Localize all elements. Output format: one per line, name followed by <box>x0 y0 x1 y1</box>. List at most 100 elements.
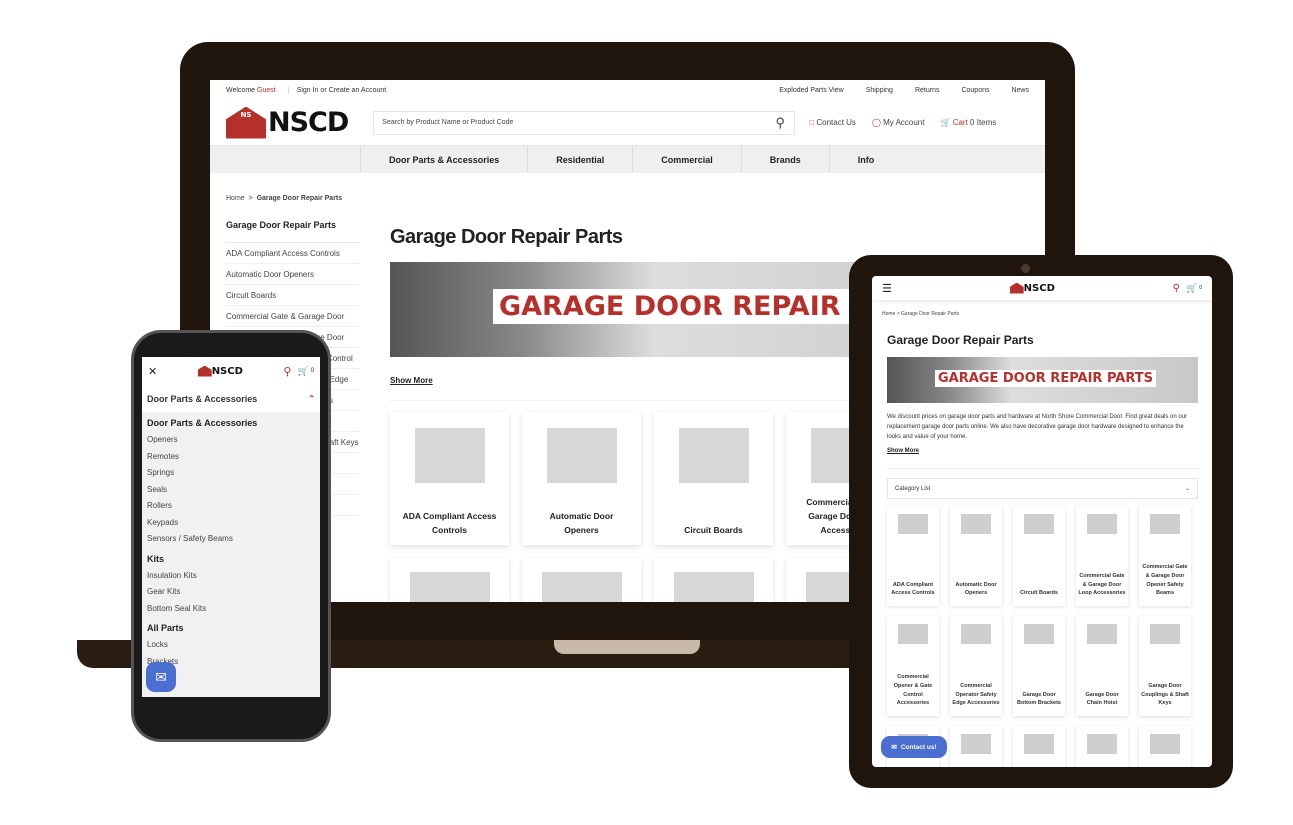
contact-link[interactable]: □ Contact Us <box>809 118 856 127</box>
category-card[interactable]: ADA Compliant Access Controls <box>887 506 939 606</box>
menu-item[interactable]: Openers <box>142 432 320 449</box>
category-card[interactable] <box>522 558 641 602</box>
category-select-label: Category List <box>895 485 931 492</box>
category-list-select[interactable]: Category List ⌄ <box>887 478 1198 499</box>
tablet-camera <box>1021 264 1030 273</box>
menu-item[interactable]: Insulation Kits <box>142 568 320 585</box>
sidebar-item[interactable]: Circuit Boards <box>226 285 359 306</box>
nav-item[interactable]: Brands <box>740 146 829 173</box>
search-icon[interactable]: ⚲ <box>766 115 794 131</box>
tablet-banner-image: GARAGE DOOR REPAIR PARTS <box>887 357 1198 403</box>
category-image <box>1150 514 1180 534</box>
header: NS NSCD Search by Product Name or Produc… <box>210 100 1045 145</box>
menu-item[interactable]: Bottom Seal Kits <box>142 601 320 618</box>
top-link[interactable]: Returns <box>915 87 940 94</box>
phone-menu: Door Parts & Accessories Openers Remotes Sp… <box>142 412 320 670</box>
breadcrumb-home[interactable]: Home <box>882 311 895 317</box>
divider <box>887 468 1198 469</box>
category-card[interactable]: Garage Door Bottom Brackets <box>1013 616 1065 716</box>
menu-item[interactable]: Rollers <box>142 498 320 515</box>
menu-item[interactable]: Seals <box>142 482 320 499</box>
nav-item[interactable]: Info <box>828 146 903 173</box>
category-label: Automatic Door Openers <box>549 511 614 535</box>
phone-logo[interactable]: NSCD <box>197 365 243 377</box>
category-label: Commercial Gate & Garage Door Loop Acces… <box>1078 572 1126 597</box>
tablet-show-more[interactable]: Show More <box>887 448 919 454</box>
sidebar-item[interactable]: ADA Compliant Access Controls <box>226 243 359 264</box>
hamburger-menu-icon[interactable]: ☰ <box>882 282 892 295</box>
category-image <box>961 514 991 534</box>
top-link[interactable]: Shipping <box>866 87 893 94</box>
menu-section-title: Door Parts & Accessories <box>147 418 258 428</box>
category-card[interactable]: Commercial Gate & Garage Door Opener Saf… <box>1139 506 1191 606</box>
logo[interactable]: NS NSCD <box>226 106 349 139</box>
category-card[interactable]: Commercial Operator Safety Edge Accessor… <box>950 616 1002 716</box>
tablet-logo[interactable]: NSCD <box>1009 282 1055 294</box>
category-image <box>673 572 754 602</box>
menu-item[interactable]: Keypads <box>142 515 320 532</box>
tablet-description: We discount prices on garage door parts … <box>887 414 1188 440</box>
sidebar-item[interactable]: Automatic Door Openers <box>226 264 359 285</box>
cart-link[interactable]: 🛒 Cart 0 Items <box>940 118 996 127</box>
category-image <box>961 734 991 754</box>
menu-dropdown[interactable]: Door Parts & Accessories ⌃ <box>142 385 320 412</box>
top-links: Exploded Parts View Shipping Returns Coupon… <box>779 87 1029 94</box>
category-card[interactable]: ADA Compliant Access Controls <box>390 412 509 545</box>
search-input[interactable]: Search by Product Name or Product Code <box>382 119 513 126</box>
menu-item[interactable]: Springs <box>142 465 320 482</box>
search-icon[interactable]: ⚲ <box>283 365 291 378</box>
top-link[interactable]: Exploded Parts View <box>779 87 843 94</box>
menu-item[interactable]: Gear Kits <box>142 584 320 601</box>
laptop-notch <box>554 640 700 654</box>
menu-section-title: All Parts <box>147 623 184 633</box>
contact-us-button[interactable]: ✉ Contact us! <box>881 736 947 758</box>
signin-link[interactable]: Sign In or Create an Account <box>287 86 386 94</box>
category-card[interactable]: Automatic Door Openers <box>950 506 1002 606</box>
category-card[interactable]: Garage Door <box>950 726 1002 767</box>
sidebar-title: Garage Door Repair Parts <box>226 220 359 243</box>
tablet-page-title: Garage Door Repair Parts <box>887 333 1034 347</box>
category-card[interactable]: Commercial Opener & Gate Control Accesso… <box>887 616 939 716</box>
menu-item[interactable]: Locks <box>142 637 320 654</box>
menu-item[interactable]: Sensors / Safety Beams <box>142 531 320 548</box>
category-card[interactable]: Garage Door Opener <box>1139 726 1191 767</box>
show-more-link[interactable]: Show More <box>390 376 433 385</box>
nav-item[interactable]: Residential <box>527 146 632 173</box>
cart-icon[interactable]: 🛒 <box>297 366 308 377</box>
top-link[interactable]: Coupons <box>961 87 989 94</box>
nav-item[interactable]: Door Parts & Accessories <box>360 146 527 173</box>
top-link[interactable]: News <box>1011 87 1029 94</box>
category-card[interactable]: Garage Door Couplings & Shaft Keys <box>1139 616 1191 716</box>
category-image <box>1087 734 1117 754</box>
category-card[interactable]: Circuit Boards <box>654 412 773 545</box>
chevron-down-icon: ⌄ <box>1184 486 1190 492</box>
category-card[interactable]: Garage Door Locks <box>1013 726 1065 767</box>
chat-icon: □ <box>809 118 815 127</box>
menu-dropdown-label: Door Parts & Accessories <box>147 393 258 404</box>
category-label: Commercial Opener & Gate Control Accesso… <box>893 674 933 707</box>
category-card[interactable]: Garage Door Chain Hoist <box>1076 616 1128 716</box>
search-icon[interactable]: ⚲ <box>1173 283 1180 294</box>
category-image <box>1024 624 1054 644</box>
account-label: My Account <box>883 118 925 127</box>
welcome-text: Welcome <box>226 86 256 94</box>
category-card[interactable]: Garage Door <box>1076 726 1128 767</box>
sidebar-item[interactable]: Commercial Gate & Garage Door <box>226 306 359 327</box>
breadcrumb-sep: > <box>248 195 253 202</box>
account-link[interactable]: ◯ My Account <box>872 118 925 127</box>
cart-icon[interactable]: 🛒 <box>1186 283 1197 294</box>
category-card[interactable]: Circuit Boards <box>1013 506 1065 606</box>
nav-item[interactable]: Commercial <box>632 146 741 173</box>
category-card[interactable] <box>654 558 773 602</box>
breadcrumb-home[interactable]: Home <box>226 195 245 202</box>
category-card[interactable]: Automatic Door Openers <box>522 412 641 545</box>
banner-text: GARAGE DOOR REPAIR PARTS <box>935 370 1157 387</box>
close-icon[interactable]: ✕ <box>148 365 157 378</box>
category-card[interactable] <box>390 558 509 602</box>
menu-item[interactable]: Remotes <box>142 449 320 466</box>
category-card[interactable]: Commercial Gate & Garage Door Loop Acces… <box>1076 506 1128 606</box>
contact-mail-button[interactable]: ✉ <box>146 662 176 692</box>
cart-count: 0 <box>1199 285 1202 291</box>
search-bar[interactable]: Search by Product Name or Product Code ⚲ <box>373 110 796 135</box>
phone-screen: ✕ NSCD ⚲ 🛒 0 Door Parts & Accessories ⌃ … <box>142 357 320 697</box>
